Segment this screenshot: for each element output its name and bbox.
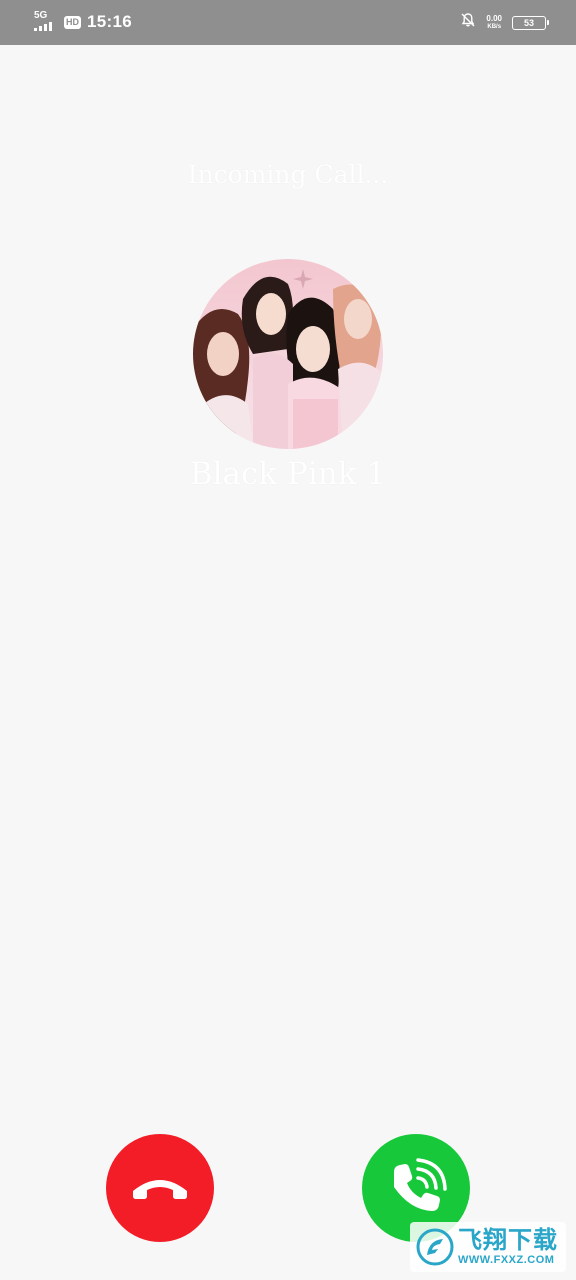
network-speed: 0.00 KB/s [486, 14, 502, 32]
decline-call-button[interactable] [106, 1134, 214, 1242]
battery-level: 53 [523, 17, 534, 28]
network-type-label: 5G [34, 10, 48, 21]
call-status-text: Incoming Call... [187, 160, 389, 189]
network-speed-value: 0.00 [486, 13, 502, 23]
status-bar-left: 5G HD 15:16 [34, 9, 132, 35]
phone-ringing-icon [394, 1158, 447, 1211]
fxxz-logo-icon [416, 1228, 454, 1266]
status-time: 15:16 [87, 12, 132, 31]
caller-photo [193, 259, 383, 449]
caller-avatar [193, 259, 383, 449]
status-bar: 5G HD 15:16 0.00 KB/s 53 [0, 0, 576, 45]
network-signal-icon: 5G [34, 11, 58, 33]
phone-hangup-icon [133, 1180, 187, 1199]
network-speed-unit: KB/s [487, 23, 502, 30]
hd-voice-badge: HD [64, 15, 81, 29]
battery-icon: 53 [512, 15, 549, 30]
status-bar-right: 0.00 KB/s 53 [460, 12, 549, 33]
notifications-off-icon [460, 12, 476, 33]
caller-name: Black Pink 1 [189, 456, 387, 492]
watermark-text: 飞翔下载 [458, 1226, 558, 1254]
site-watermark: 飞翔下载 WWW.FXXZ.COM [410, 1222, 566, 1272]
watermark-url: WWW.FXXZ.COM [458, 1253, 555, 1266]
